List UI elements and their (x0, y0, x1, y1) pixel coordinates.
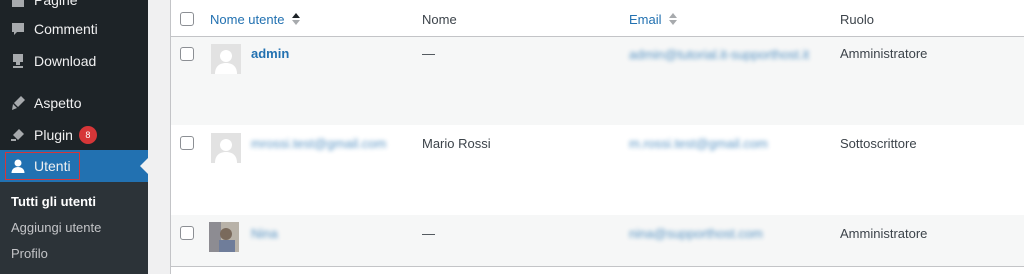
users-table: Nome utente Nome Email Ruolo admin — adm… (170, 0, 1024, 274)
row-checkbox[interactable] (180, 226, 194, 240)
sidebar-item-download[interactable]: Download (0, 45, 148, 77)
sidebar-item-label: Commenti (34, 21, 98, 37)
username-link[interactable]: admin (251, 46, 289, 61)
name-cell: — (422, 46, 435, 61)
column-header-name: Nome (422, 12, 457, 27)
table-row: admin — admin@tutorial.it-supporthost.it… (171, 37, 1024, 125)
table-header: Nome utente Nome Email Ruolo (171, 0, 1024, 37)
column-header-username[interactable]: Nome utente (210, 12, 301, 28)
row-checkbox[interactable] (180, 47, 194, 61)
update-count-badge: 8 (78, 126, 97, 144)
email-link[interactable]: m.rossi.test@gmail.com (629, 136, 768, 151)
sidebar-item-label: Aspetto (34, 95, 82, 111)
users-submenu: Tutti gli utenti Aggiungi utente Profilo (0, 182, 148, 274)
name-cell: Mario Rossi (422, 136, 491, 151)
sidebar-item-label: Pagine (34, 0, 78, 8)
submenu-profile[interactable]: Profilo (11, 246, 48, 261)
role-cell: Amministratore (840, 226, 928, 241)
table-row: Nina — nina@supporthost.com Amministrato… (171, 215, 1024, 266)
avatar (211, 133, 241, 163)
row-checkbox[interactable] (180, 136, 194, 150)
sort-ascending-icon (292, 13, 301, 28)
sidebar-item-commenti[interactable]: Commenti (0, 13, 148, 45)
plugin-icon (10, 127, 26, 143)
sidebar-item-label: Plugin (34, 127, 73, 143)
brush-icon (10, 95, 26, 111)
role-cell: Sottoscrittore (840, 136, 917, 151)
username-link[interactable]: Nina (251, 226, 278, 241)
role-cell: Amministratore (840, 46, 928, 61)
submenu-add-user[interactable]: Aggiungi utente (11, 220, 101, 235)
submenu-all-users[interactable]: Tutti gli utenti (11, 194, 96, 209)
column-header-role: Ruolo (840, 12, 874, 27)
sidebar-item-utenti[interactable]: Utenti (0, 150, 148, 182)
sidebar-item-aspetto[interactable]: Aspetto (0, 87, 148, 119)
username-link[interactable]: mrossi.test@gmail.com (251, 136, 386, 151)
sidebar-item-plugin[interactable]: Plugin 8 (0, 119, 148, 151)
avatar (209, 222, 239, 252)
column-header-email[interactable]: Email (629, 12, 678, 28)
table-footer-divider (171, 266, 1024, 267)
email-link[interactable]: admin@tutorial.it-supporthost.it (629, 46, 825, 64)
admin-sidebar: Pagine Commenti Download Aspetto Plugin … (0, 0, 148, 274)
page-icon (10, 0, 26, 8)
avatar (211, 44, 241, 74)
comment-icon (10, 21, 26, 37)
table-row: mrossi.test@gmail.com Mario Rossi m.ross… (171, 125, 1024, 215)
sort-icon (669, 13, 678, 28)
download-icon (10, 53, 26, 69)
select-all-checkbox[interactable] (180, 12, 194, 26)
sidebar-item-label: Download (34, 53, 97, 69)
highlight-box (5, 152, 80, 180)
email-link[interactable]: nina@supporthost.com (629, 226, 763, 241)
name-cell: — (422, 226, 435, 241)
